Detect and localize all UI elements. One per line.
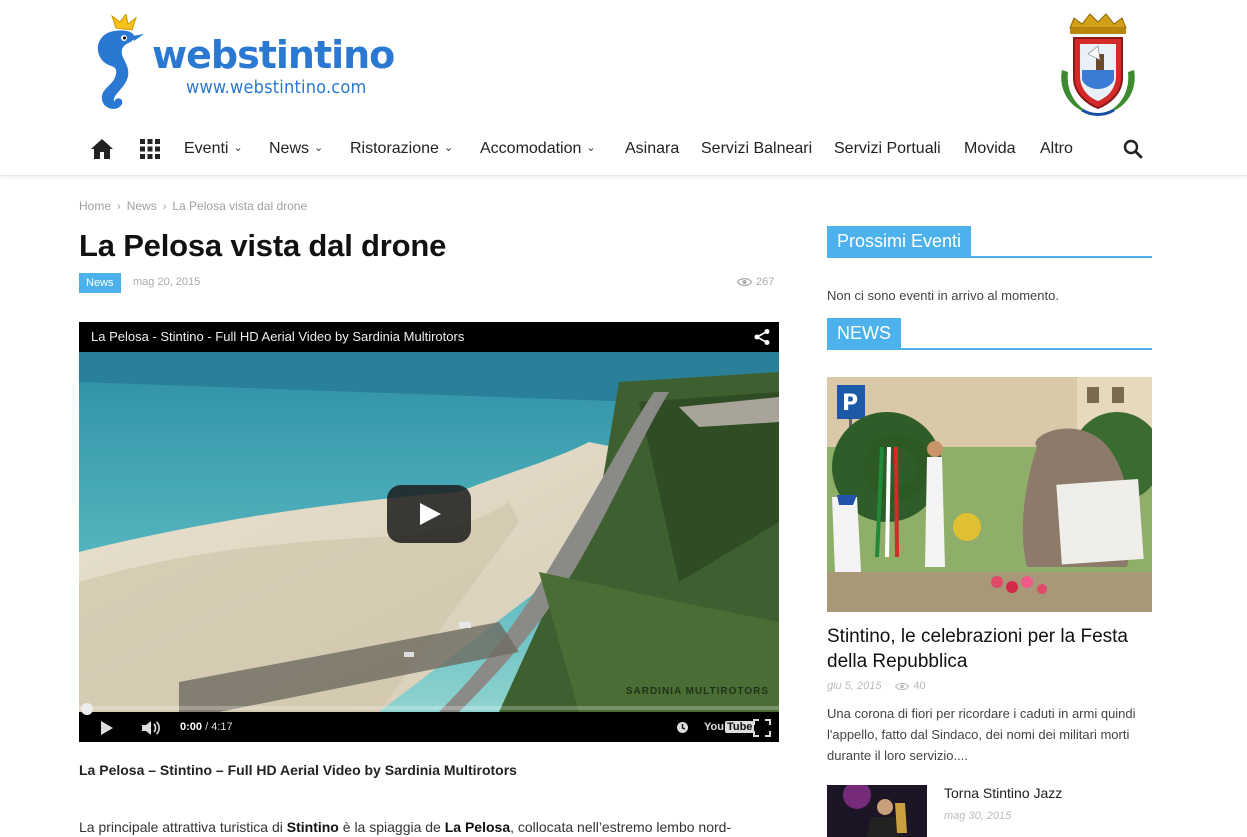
video-controls: 0:00 / 4:17 You Tube — [79, 712, 779, 742]
events-empty-message: Non ci sono eventi in arrivo al momento. — [827, 288, 1059, 303]
breadcrumb-separator: › — [117, 201, 121, 213]
play-icon — [420, 503, 441, 525]
nav-item-asinara[interactable]: Asinara — [625, 126, 679, 172]
featured-news-image[interactable]: P — [827, 377, 1152, 612]
breadcrumb-home-link[interactable]: Home — [79, 199, 111, 213]
search-icon[interactable] — [1123, 139, 1143, 159]
grid-menu-icon[interactable] — [138, 137, 162, 161]
chevron-down-icon: ⌄ — [233, 142, 243, 154]
main-nav: Eventi ⌄ News ⌄ Ristorazione ⌄ Accomodation… — [88, 126, 1158, 172]
breadcrumb: Home › News › La Pelosa vista dal drone — [79, 199, 307, 213]
news-widget-heading: NEWS — [827, 318, 1152, 350]
watch-later-icon[interactable] — [676, 721, 689, 734]
logo-wordmark: webstintino — [152, 33, 395, 77]
chevron-down-icon: ⌄ — [586, 142, 596, 154]
news-item-date: mag 30, 2015 — [944, 810, 1012, 822]
featured-news-excerpt: Una corona di fiori per ricordare i cadu… — [827, 706, 1136, 763]
municipal-crest-icon — [1061, 13, 1135, 116]
article-body: La principale attrattiva turistica di St… — [79, 819, 732, 835]
video-caption: La Pelosa – Stintino – Full HD Aerial Vi… — [79, 762, 517, 778]
video-player[interactable]: La Pelosa - Stintino - Full HD Aerial Vi… — [79, 322, 779, 742]
nav-item-movida[interactable]: Movida — [964, 126, 1016, 172]
nav-item-eventi[interactable]: Eventi ⌄ — [184, 126, 243, 172]
news-item-title[interactable]: Torna Stintino Jazz — [944, 785, 1062, 801]
youtube-logo[interactable]: You Tube — [704, 721, 755, 733]
breadcrumb-separator: › — [162, 201, 167, 213]
site-logo[interactable]: webstintino www.webstintino.com — [88, 14, 395, 114]
play-small-icon[interactable] — [99, 720, 115, 736]
view-count: 267 — [736, 276, 774, 288]
home-icon[interactable] — [90, 137, 114, 161]
share-icon[interactable] — [753, 328, 771, 346]
volume-icon[interactable] — [141, 720, 161, 736]
video-progress-bar[interactable] — [79, 706, 779, 710]
breadcrumb-current: La Pelosa vista dal drone — [172, 199, 308, 213]
article-title: La Pelosa vista dal drone — [79, 228, 447, 263]
news-thumbnail[interactable] — [827, 785, 927, 837]
site-header: webstintino www.webstintino.com Eventi ⌄ … — [0, 0, 1247, 176]
video-watermark: SARDINIA MULTIROTORS — [625, 686, 769, 697]
video-time: 0:00 / 4:17 — [180, 721, 233, 733]
fullscreen-icon[interactable] — [753, 719, 771, 737]
seahorse-mascot-icon — [97, 14, 144, 109]
events-widget-heading: Prossimi Eventi — [827, 226, 1152, 258]
chevron-down-icon: ⌄ — [443, 142, 454, 154]
featured-news-title[interactable]: Stintino, le celebrazioni per la Festa d… — [827, 624, 1152, 674]
news-photo: P — [827, 377, 1152, 612]
eye-icon — [895, 682, 910, 690]
nav-item-servizi-portuali[interactable]: Servizi Portuali — [834, 126, 941, 172]
nav-item-altro[interactable]: Altro — [1040, 126, 1073, 172]
nav-item-servizi-balneari[interactable]: Servizi Balneari — [701, 126, 812, 172]
nav-item-accomodation[interactable]: Accomodation ⌄ — [480, 126, 596, 172]
logo-url: www.webstintino.com — [186, 77, 367, 98]
nav-item-news[interactable]: News ⌄ — [269, 126, 323, 172]
breadcrumb-news-link[interactable]: News — [127, 199, 157, 213]
nav-item-ristorazione[interactable]: Ristorazione ⌄ — [350, 126, 453, 172]
chevron-down-icon: ⌄ — [314, 142, 324, 154]
jazz-photo — [827, 785, 927, 837]
eye-icon — [736, 278, 753, 287]
post-date: mag 20, 2015 — [133, 276, 201, 288]
play-button[interactable] — [387, 485, 471, 543]
video-title[interactable]: La Pelosa - Stintino - Full HD Aerial Vi… — [91, 329, 464, 344]
featured-news-meta: giu 5, 2015 40 — [827, 680, 926, 692]
category-badge[interactable]: News — [79, 273, 121, 293]
svg-text:P: P — [842, 391, 858, 416]
